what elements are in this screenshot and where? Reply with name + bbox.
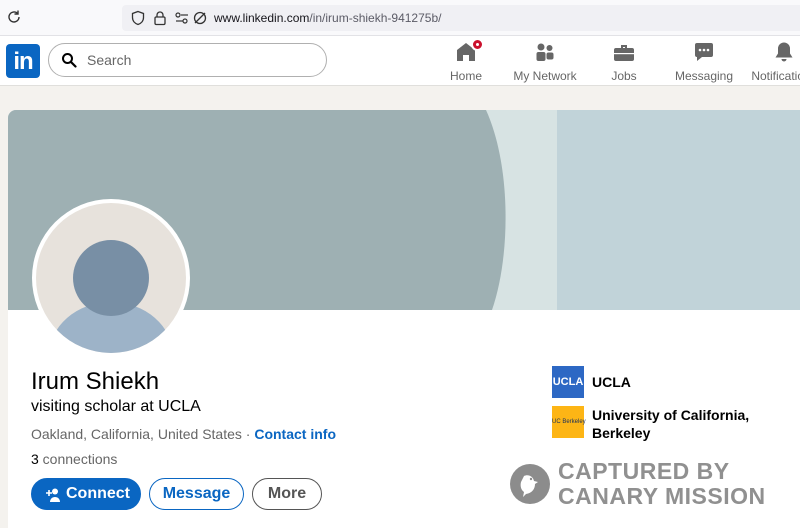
education-name: University of California, Berkeley — [592, 407, 750, 441]
permissions-icon[interactable] — [174, 10, 190, 26]
canary-bird-icon — [510, 464, 550, 504]
reload-icon[interactable] — [6, 9, 22, 25]
nav-notifications[interactable]: Notifications — [744, 40, 800, 83]
more-button[interactable]: More — [252, 478, 322, 510]
nav-home-label: Home — [449, 69, 482, 83]
connections-count[interactable]: 3 connections — [31, 451, 117, 467]
message-button[interactable]: Message — [149, 478, 244, 510]
briefcase-icon — [612, 40, 636, 64]
profile-location: Oakland, California, United States — [31, 426, 242, 442]
education-name: UCLA — [592, 374, 631, 390]
nav-home[interactable]: Home — [426, 38, 506, 83]
home-icon — [454, 38, 484, 64]
ucla-logo: UCLA — [552, 366, 584, 398]
nav-notifications-label: Notifications — [751, 69, 800, 83]
chat-icon — [692, 40, 716, 64]
nav-messaging[interactable]: Messaging — [664, 40, 744, 83]
nav-jobs[interactable]: Jobs — [584, 40, 664, 83]
search-input[interactable] — [87, 50, 307, 70]
avatar-placeholder — [36, 203, 186, 353]
nav-my-network[interactable]: My Network — [505, 40, 585, 83]
top-nav: in Home My Network J — [0, 36, 800, 86]
lock-icon[interactable] — [152, 10, 168, 26]
watermark-text: CAPTURED BY CANARY MISSION — [558, 458, 766, 509]
shield-icon[interactable] — [130, 10, 146, 26]
add-person-icon — [46, 488, 60, 502]
connect-button[interactable]: Connect — [31, 478, 141, 510]
address-bar[interactable]: www.linkedin.com/in/irum-shiekh-941275b/ — [122, 5, 800, 31]
nav-messaging-label: Messaging — [674, 69, 734, 83]
contact-info-link[interactable]: Contact info — [254, 426, 336, 442]
berkeley-logo: UC Berkeley — [552, 406, 586, 438]
nav-jobs-label: Jobs — [611, 69, 637, 83]
profile-photo[interactable] — [32, 199, 190, 357]
profile-location-line: Oakland, California, United States · Con… — [31, 426, 336, 442]
notification-badge — [471, 38, 484, 51]
bell-icon — [772, 40, 796, 64]
person-silhouette-icon — [36, 203, 186, 353]
separator: · — [241, 426, 255, 442]
search-icon — [62, 53, 77, 68]
canary-mission-watermark: CAPTURED BY CANARY MISSION — [510, 458, 770, 512]
profile-headline: visiting scholar at UCLA — [31, 398, 201, 415]
tracking-blocked-icon[interactable] — [192, 10, 208, 26]
nav-my-network-label: My Network — [513, 69, 577, 83]
profile-name: Irum Shiekh — [31, 368, 160, 395]
browser-toolbar: www.linkedin.com/in/irum-shiekh-941275b/ — [0, 0, 800, 36]
search-box[interactable] — [48, 43, 327, 77]
people-icon — [533, 40, 557, 64]
url-text: www.linkedin.com/in/irum-shiekh-941275b/ — [214, 11, 442, 25]
linkedin-logo[interactable]: in — [6, 44, 40, 78]
